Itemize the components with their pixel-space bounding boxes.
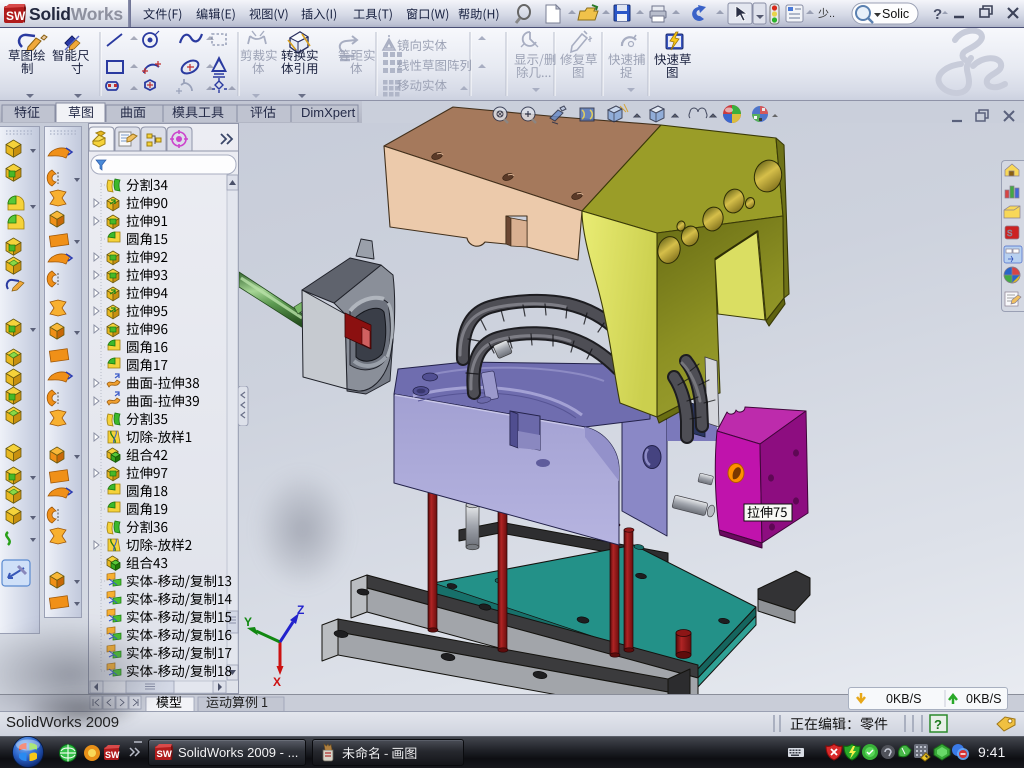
svg-text:Z: Z (297, 603, 304, 617)
svg-text:S: S (1007, 229, 1012, 238)
svg-text:?: ? (933, 6, 942, 23)
svg-text:0KB/S: 0KB/S (886, 692, 921, 706)
svg-text:SW: SW (157, 749, 172, 760)
svg-text:少..: 少.. (818, 7, 835, 20)
svg-text:Solic: Solic (882, 7, 909, 21)
svg-text:X: X (273, 675, 281, 689)
svg-text:?: ? (934, 717, 942, 732)
svg-text:9:41: 9:41 (978, 744, 1005, 760)
svg-text:0KB/S: 0KB/S (966, 692, 1001, 706)
svg-text:Y: Y (244, 615, 252, 629)
svg-text:SW: SW (105, 750, 120, 760)
svg-text:SW: SW (6, 9, 26, 23)
